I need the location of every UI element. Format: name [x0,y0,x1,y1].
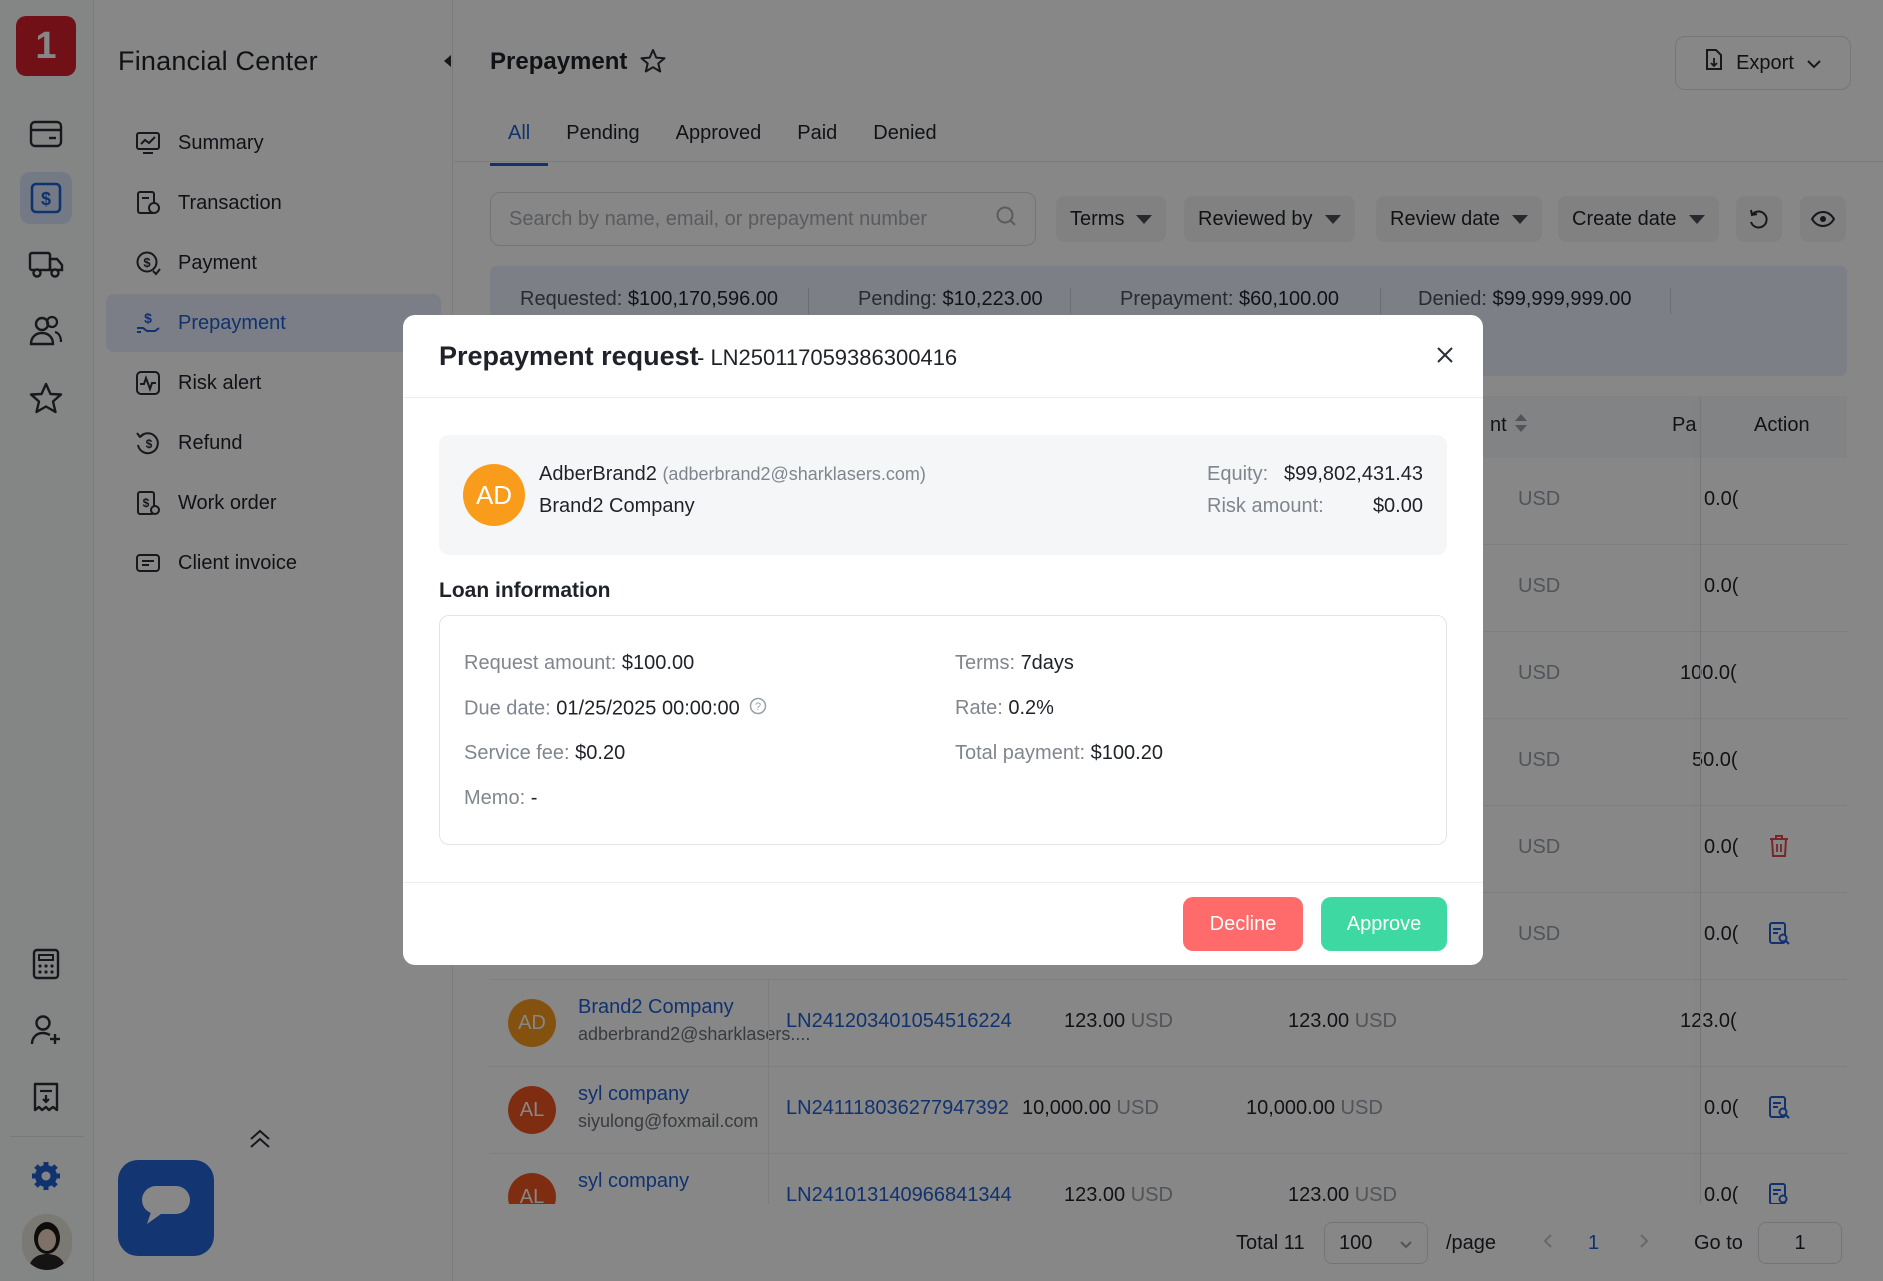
modal-title: Prepayment request [439,341,699,371]
loan-info-heading: Loan information [439,579,611,602]
service-fee: Service fee: $0.20 [464,742,626,764]
avatar: AD [463,464,525,526]
risk-amount-value: $0.00 [1372,495,1423,517]
svg-text:?: ? [755,701,761,713]
request-number: - LN250117059386300416 [697,345,958,370]
client-email: (adberbrand2@sharklasers.com) [662,464,926,484]
client-card: AD AdberBrand2 (adberbrand2@sharklasers.… [439,435,1447,555]
total-payment: Total payment: $100.20 [955,742,1163,764]
prepayment-request-modal: Prepayment request - LN25011705938630041… [403,315,1483,965]
client-name: AdberBrand2 [539,463,657,485]
help-icon[interactable]: ? [749,697,767,721]
close-icon[interactable] [1433,343,1457,367]
modal-header: Prepayment request - LN25011705938630041… [403,315,1483,398]
equity-value: $99,802,431.43 [1283,463,1423,485]
terms: Terms: 7days [955,652,1074,674]
decline-button[interactable]: Decline [1183,897,1303,951]
rate: Rate: 0.2% [955,697,1054,719]
loan-info-panel: Request amount: $100.00 Terms: 7days Due… [439,615,1447,845]
memo: Memo: - [464,787,538,809]
due-date: Due date: 01/25/2025 00:00:00 ? [464,697,767,721]
approve-button[interactable]: Approve [1321,897,1447,951]
request-amount: Request amount: $100.00 [464,652,695,674]
client-company: Brand2 Company [539,495,695,517]
